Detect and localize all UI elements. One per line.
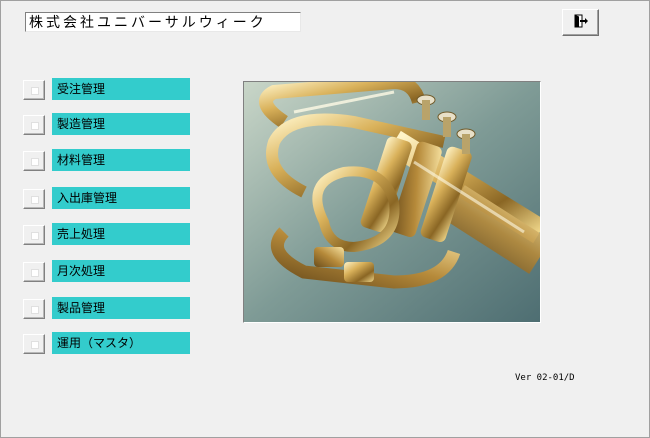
menu-button-inventory[interactable] — [23, 189, 45, 209]
trumpet-photo — [243, 81, 541, 323]
menu-label-products: 製品管理 — [52, 297, 190, 319]
menu-button-order[interactable] — [23, 80, 45, 100]
menu-label-inventory: 入出庫管理 — [52, 187, 190, 209]
main-menu-window: 株式会社ユニバーサルウィーク 受注管理 製造管理 材料管理 入出庫管理 売上処理… — [0, 0, 650, 438]
menu-label-materials: 材料管理 — [52, 149, 190, 171]
menu-button-sales[interactable] — [23, 225, 45, 245]
company-name-field: 株式会社ユニバーサルウィーク — [25, 12, 301, 32]
menu-button-materials[interactable] — [23, 151, 45, 171]
menu-button-master[interactable] — [23, 334, 45, 354]
menu-label-sales: 売上処理 — [52, 223, 190, 245]
menu-label-manufacturing: 製造管理 — [52, 113, 190, 135]
menu-label-monthly: 月次処理 — [52, 260, 190, 282]
menu-button-manufacturing[interactable] — [23, 115, 45, 135]
exit-button[interactable] — [562, 9, 599, 36]
menu-button-products[interactable] — [23, 299, 45, 319]
version-label: Ver 02-01/D — [515, 373, 575, 383]
menu-label-order: 受注管理 — [52, 78, 190, 100]
menu-button-monthly[interactable] — [23, 262, 45, 282]
exit-door-icon — [573, 13, 589, 32]
menu-label-master: 運用（マスタ） — [52, 332, 190, 354]
